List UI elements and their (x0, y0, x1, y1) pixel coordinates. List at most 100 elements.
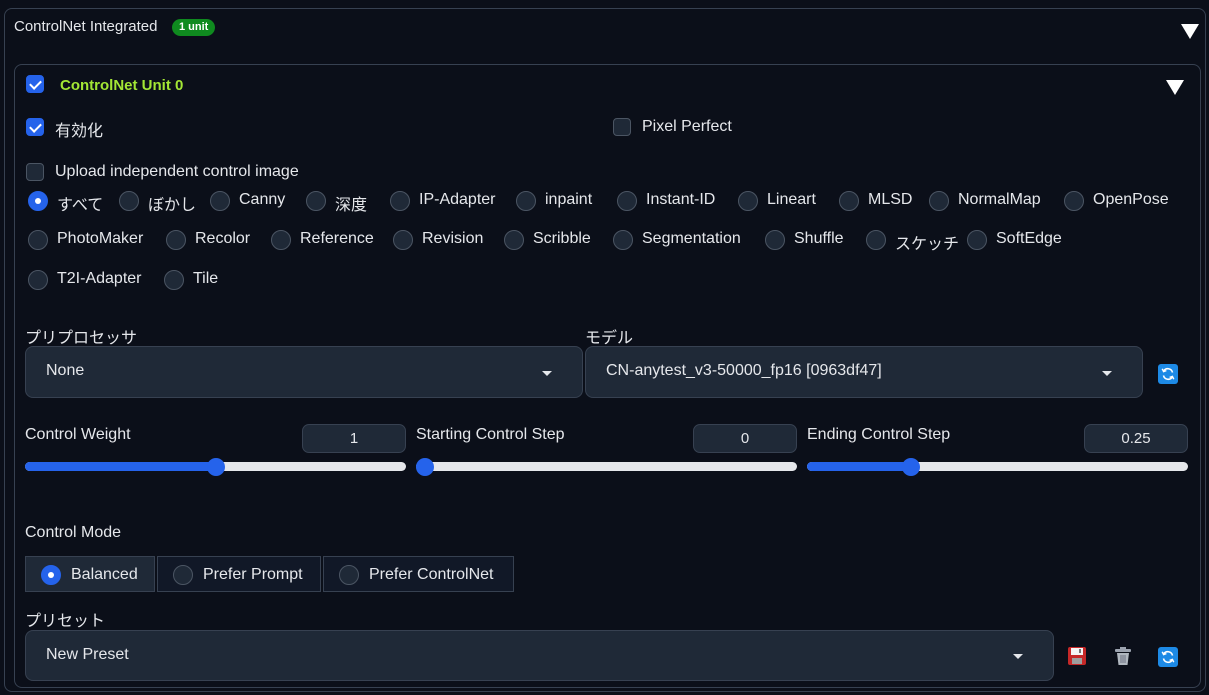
chevron-down-icon (1102, 371, 1112, 376)
control-type-label[interactable]: NormalMap (958, 191, 1041, 209)
ending-step-label: Ending Control Step (807, 426, 951, 443)
control-type-radio[interactable] (839, 191, 859, 211)
control-type-label[interactable]: 深度 (335, 191, 367, 215)
collapse-panel-icon[interactable] (1181, 24, 1199, 39)
control-type-radio[interactable] (28, 270, 48, 290)
refresh-presets-button[interactable] (1158, 647, 1178, 667)
control-type-label[interactable]: Revision (422, 230, 483, 248)
mode-prefer-controlnet-option[interactable]: Prefer ControlNet (323, 556, 514, 592)
control-type-radio[interactable] (967, 230, 987, 250)
control-type-radio[interactable] (28, 230, 48, 250)
control-type-radio[interactable] (164, 270, 184, 290)
mode-prefer-controlnet-label: Prefer ControlNet (369, 566, 494, 583)
save-icon (1068, 647, 1086, 665)
control-mode-label: Control Mode (25, 524, 122, 541)
control-type-label[interactable]: Tile (193, 270, 218, 288)
control-type-radio[interactable] (306, 191, 326, 211)
control-type-label[interactable]: Instant-ID (646, 191, 715, 209)
model-dropdown[interactable]: CN-anytest_v3-50000_fp16 [0963df47] (585, 346, 1143, 398)
enable-label: 有効化 (55, 123, 104, 140)
control-weight-input[interactable]: 1 (302, 424, 406, 453)
chevron-down-icon (542, 371, 552, 376)
control-type-radio[interactable] (119, 191, 139, 211)
control-type-label[interactable]: Shuffle (794, 230, 844, 248)
control-type-radio[interactable] (1064, 191, 1084, 211)
starting-step-label: Starting Control Step (416, 426, 565, 443)
mode-balanced-label: Balanced (71, 566, 138, 583)
mode-prefer-prompt-radio[interactable] (173, 565, 193, 585)
control-type-radio[interactable] (613, 230, 633, 250)
control-type-label[interactable]: Reference (300, 230, 374, 248)
refresh-icon (1161, 367, 1175, 381)
preprocessor-dropdown[interactable]: None (25, 346, 583, 398)
slider-thumb[interactable] (902, 458, 921, 476)
control-type-label[interactable]: Lineart (767, 191, 816, 209)
control-type-label[interactable]: Recolor (195, 230, 250, 248)
delete-preset-button[interactable] (1112, 645, 1134, 667)
control-type-label[interactable]: PhotoMaker (57, 230, 143, 248)
control-type-radio[interactable] (393, 230, 413, 250)
control-type-label[interactable]: T2I-Adapter (57, 270, 141, 288)
mode-prefer-prompt-option[interactable]: Prefer Prompt (157, 556, 321, 592)
control-type-radio[interactable] (765, 230, 785, 250)
control-type-label[interactable]: すべて (57, 191, 103, 215)
control-type-label[interactable]: Scribble (533, 230, 591, 248)
control-type-label[interactable]: Canny (239, 191, 285, 209)
unit-title[interactable]: ControlNet Unit 0 (60, 77, 183, 94)
control-weight-label: Control Weight (25, 426, 131, 443)
control-type-label[interactable]: OpenPose (1093, 191, 1169, 209)
control-type-label[interactable]: inpaint (545, 191, 592, 209)
model-value: CN-anytest_v3-50000_fp16 [0963df47] (606, 362, 882, 379)
control-type-label[interactable]: MLSD (868, 191, 912, 209)
panel-title[interactable]: ControlNet Integrated (14, 18, 157, 35)
slider-fill (25, 462, 216, 471)
slider-track (416, 462, 797, 471)
control-type-radio[interactable] (210, 191, 230, 211)
refresh-icon (1161, 650, 1175, 664)
enable-checkbox[interactable] (26, 118, 44, 136)
ending-step-input[interactable]: 0.25 (1084, 424, 1188, 453)
refresh-models-button[interactable] (1158, 364, 1178, 384)
upload-independent-label: Upload independent control image (55, 163, 299, 180)
control-type-radio[interactable] (866, 230, 886, 250)
control-type-label[interactable]: SoftEdge (996, 230, 1062, 248)
control-type-radio[interactable] (28, 191, 48, 211)
control-type-radio[interactable] (617, 191, 637, 211)
control-type-radio[interactable] (516, 191, 536, 211)
preprocessor-value: None (46, 362, 85, 379)
control-type-label[interactable]: スケッチ (895, 230, 959, 254)
slider-thumb[interactable] (206, 458, 225, 476)
pixel-perfect-label: Pixel Perfect (642, 118, 732, 135)
slider-fill (807, 462, 912, 471)
preset-label: プリセット (25, 613, 106, 630)
pixel-perfect-checkbox[interactable] (613, 118, 631, 136)
unit-count-badge: 1 unit (172, 19, 216, 36)
mode-balanced-option[interactable]: Balanced (25, 556, 155, 592)
mode-prefer-prompt-label: Prefer Prompt (203, 566, 303, 583)
save-preset-button[interactable] (1067, 646, 1087, 666)
control-type-radio[interactable] (738, 191, 758, 211)
control-type-radio[interactable] (166, 230, 186, 250)
control-type-radio[interactable] (390, 191, 410, 211)
mode-prefer-controlnet-radio[interactable] (339, 565, 359, 585)
upload-independent-checkbox[interactable] (26, 163, 44, 181)
starting-step-slider[interactable] (416, 458, 797, 480)
control-type-radio[interactable] (929, 191, 949, 211)
slider-thumb[interactable] (416, 458, 434, 476)
model-label: モデル (585, 330, 634, 347)
control-type-radio[interactable] (271, 230, 291, 250)
control-weight-slider[interactable] (25, 458, 406, 480)
preprocessor-label: プリプロセッサ (25, 330, 138, 347)
collapse-unit-icon[interactable] (1166, 80, 1184, 95)
ending-step-slider[interactable] (807, 458, 1188, 480)
starting-step-input[interactable]: 0 (693, 424, 797, 453)
preset-dropdown[interactable]: New Preset (25, 630, 1054, 681)
control-type-label[interactable]: ぼかし (148, 191, 196, 215)
trash-icon (1115, 647, 1131, 665)
mode-balanced-radio[interactable] (41, 565, 61, 585)
preset-value: New Preset (46, 646, 129, 663)
control-type-radio[interactable] (504, 230, 524, 250)
unit-enable-checkbox[interactable] (26, 75, 44, 93)
control-type-label[interactable]: IP-Adapter (419, 191, 495, 209)
control-type-label[interactable]: Segmentation (642, 230, 741, 248)
